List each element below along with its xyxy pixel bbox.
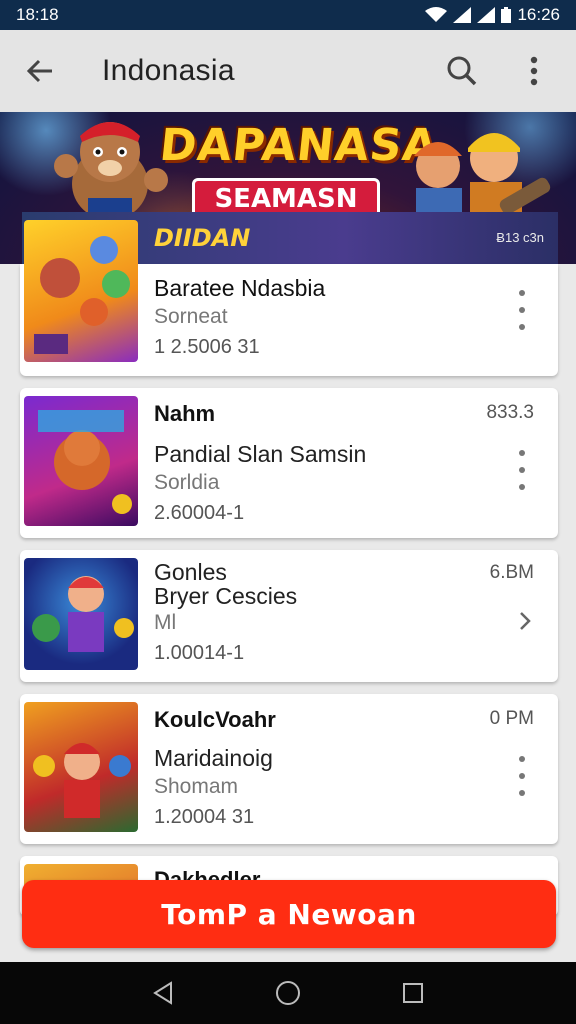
item-stat: 1.20004 31: [154, 806, 255, 828]
signal-icon-2: [477, 7, 496, 23]
nav-home-button[interactable]: [266, 971, 310, 1015]
list-item[interactable]: Gonles Bryer Cescies Ml 1.00014-1 6.BM: [20, 550, 558, 682]
bear-mascot-image: [38, 410, 132, 514]
item-category: Shomam: [154, 775, 239, 798]
status-icons: 16:26: [425, 5, 560, 25]
player-mascot-image: [33, 743, 131, 818]
nav-recents-button[interactable]: [391, 971, 435, 1015]
item-stat: 1 2.5006 31: [154, 336, 260, 358]
item-meta: 833.3: [486, 402, 534, 423]
signal-icon: [453, 7, 472, 23]
game-thumbnail: [24, 702, 138, 832]
item-open-button[interactable]: [518, 608, 532, 639]
list-item[interactable]: Nahm Pandial Slan Samsin Sorldia 2.60004…: [20, 388, 558, 538]
primary-cta-button[interactable]: TomP a Newoan: [22, 880, 556, 948]
game-thumbnail: [24, 396, 138, 526]
circle-home-icon: [275, 981, 300, 1005]
system-nav-bar: [0, 962, 576, 1024]
banner-subtitle: SEAMASN: [214, 184, 358, 214]
item-title: KoulcVoahr: [154, 707, 276, 732]
game-thumbnail: [24, 558, 138, 670]
item-subtitle: Sorneat: [154, 305, 228, 328]
card-text: Baratee Ndasbia Sorneat 1 2.5006 31: [154, 274, 498, 362]
search-icon: [447, 56, 477, 86]
item-title: Baratee Ndasbia: [154, 275, 326, 301]
strip-title: DIIDAN: [154, 224, 251, 252]
page-title: Indonasia: [102, 54, 235, 87]
item-more-button[interactable]: [512, 290, 532, 330]
item-subtitle: Bryer Cescies: [154, 583, 298, 609]
card-text: Gonles Bryer Cescies Ml 1.00014-1: [154, 560, 498, 668]
item-title: Nahm: [154, 401, 216, 426]
item-meta: 0 PM: [489, 708, 534, 729]
wifi-icon: [425, 7, 448, 22]
item-title: Gonles: [154, 559, 227, 585]
list-item[interactable]: KoulcVoahr Maridainoig Shomam 1.20004 31…: [20, 694, 558, 844]
item-more-button[interactable]: [512, 450, 532, 490]
item-category: Sorldia: [154, 471, 220, 494]
item-stat: 1.00014-1: [154, 642, 245, 664]
item-subtitle: Pandial Slan Samsin: [154, 441, 367, 467]
list-item[interactable]: Baratee Ndasbia Sorneat 1 2.5006 31: [20, 220, 558, 376]
cta-label: TomP a Newoan: [161, 897, 417, 931]
search-button[interactable]: [438, 47, 486, 95]
overflow-menu-button[interactable]: [510, 47, 558, 95]
more-vert-icon: [530, 56, 538, 86]
app-bar: Indonasia: [0, 30, 576, 112]
chevron-right-icon: [520, 612, 531, 630]
square-recents-icon: [403, 983, 424, 1003]
mascots-image: [34, 236, 130, 354]
player-mascot-image: [32, 576, 134, 652]
item-category: Ml: [154, 611, 177, 634]
item-subtitle: Maridainoig: [154, 745, 273, 771]
item-more-button[interactable]: [512, 756, 532, 796]
item-stat: 2.60004-1: [154, 502, 245, 524]
back-button[interactable]: [18, 49, 62, 93]
battery-icon: [501, 7, 512, 23]
strip-tag: Ƀ13 c3n: [496, 230, 544, 245]
nav-back-button[interactable]: [141, 971, 185, 1015]
card-text: KoulcVoahr Maridainoig Shomam 1.20004 31: [154, 706, 498, 832]
triangle-back-icon: [152, 981, 172, 1005]
arrow-left-icon: [26, 59, 52, 83]
status-time-right: 16:26: [517, 5, 560, 24]
status-time: 18:18: [16, 5, 59, 24]
status-bar: 18:18 16:26: [0, 0, 576, 30]
item-meta: 6.BM: [489, 562, 534, 583]
card-text: Nahm Pandial Slan Samsin Sorldia 2.60004…: [154, 400, 498, 528]
bear-mascot-image: [54, 122, 168, 220]
game-thumbnail: [24, 220, 138, 362]
